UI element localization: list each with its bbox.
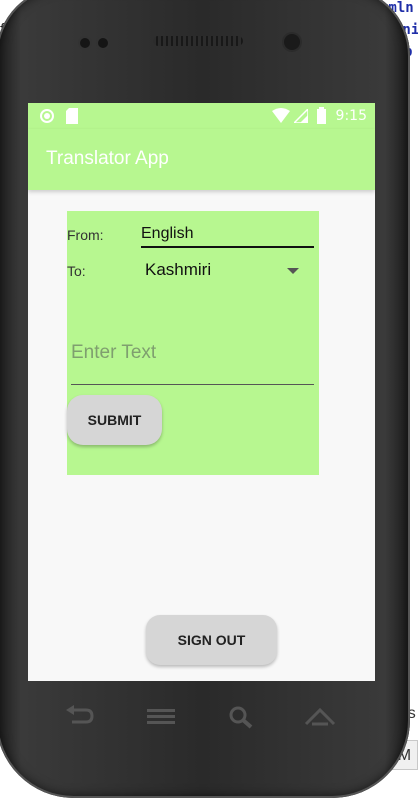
enter-text-input[interactable] [71, 329, 314, 385]
app-bar: Translator App [28, 129, 375, 190]
chevron-down-icon[interactable] [287, 268, 299, 274]
status-bar: 9:15 [28, 103, 375, 129]
back-icon[interactable] [62, 704, 96, 730]
sensor-icon [80, 38, 90, 48]
earpiece-speaker [153, 36, 243, 46]
from-field-underline [141, 246, 314, 248]
phone-frame: 9:15 Translator App From: English To: Ka… [0, 0, 418, 798]
recents-icon[interactable] [144, 704, 178, 730]
to-label: To: [67, 263, 86, 279]
app-title: Translator App [46, 148, 169, 169]
to-language-select[interactable]: Kashmiri [145, 260, 211, 280]
search-icon[interactable] [224, 704, 258, 730]
status-time: 9:15 [335, 108, 367, 124]
device-screen: 9:15 Translator App From: English To: Ka… [28, 103, 375, 681]
submit-button[interactable]: SUBMIT [67, 395, 162, 445]
from-language-field[interactable]: English [141, 225, 193, 243]
from-label: From: [67, 227, 104, 243]
sd-card-icon [66, 108, 78, 124]
battery-icon [317, 107, 326, 124]
notification-dot-icon [40, 109, 54, 123]
signal-icon [294, 109, 308, 123]
navigation-bar [0, 690, 418, 750]
front-camera-icon [284, 34, 300, 50]
translation-form: From: English To: Kashmiri SUBMIT [67, 211, 319, 475]
sensor-icon [98, 38, 108, 48]
home-icon[interactable] [303, 704, 337, 730]
sign-out-button[interactable]: SIGN OUT [146, 615, 277, 665]
wifi-icon [272, 108, 290, 123]
